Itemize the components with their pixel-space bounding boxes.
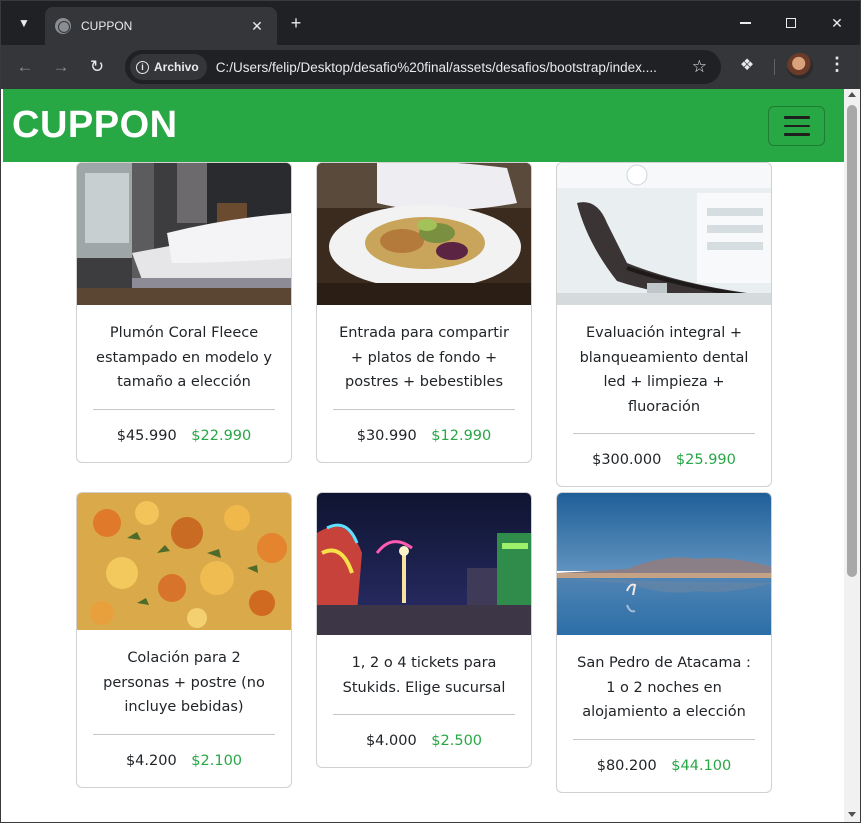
card-title: Entrada para compartir + platos de fondo… <box>339 325 509 390</box>
close-tab-icon[interactable]: ✕ <box>247 18 267 35</box>
site-navbar: CUPPON <box>3 89 844 162</box>
old-price: $30.990 <box>356 427 417 444</box>
card-title: Colación para 2 personas + postre (no in… <box>103 650 265 715</box>
hamburger-icon-line <box>783 133 810 136</box>
card-title: Plumón Coral Fleece estampado en modelo … <box>96 325 272 390</box>
old-price: $300.000 <box>592 452 662 468</box>
reload-icon[interactable]: ↻ <box>85 55 109 79</box>
back-arrow-icon[interactable]: ← <box>13 55 37 79</box>
card-footer: $30.990 $12.990 <box>333 408 515 462</box>
product-card[interactable]: Evaluación integral + blanqueamiento den… <box>556 162 772 487</box>
new-price: $2.100 <box>191 752 243 769</box>
maximize-icon <box>786 18 796 28</box>
page-scrollbar[interactable] <box>844 89 860 822</box>
card-body: Plumón Coral Fleece estampado en modelo … <box>77 305 291 395</box>
navbar-toggler-button[interactable] <box>768 106 825 146</box>
hamburger-icon-line <box>783 116 810 119</box>
info-icon: i <box>136 60 149 74</box>
maximize-button[interactable] <box>768 1 814 45</box>
card-body: 1, 2 o 4 tickets para Stukids. Elige suc… <box>317 635 531 700</box>
extensions-puzzle-icon[interactable]: ❖ <box>737 55 757 75</box>
scroll-thumb[interactable] <box>847 105 857 577</box>
tab-search-button[interactable]: ▼ <box>9 9 39 37</box>
card-title: San Pedro de Atacama : 1 o 2 noches en a… <box>577 655 751 720</box>
old-price: $45.990 <box>116 427 177 444</box>
card-footer: $300.000 $25.990 <box>573 433 755 486</box>
new-price: $25.990 <box>675 452 736 468</box>
card-body: San Pedro de Atacama : 1 o 2 noches en a… <box>557 635 771 725</box>
site-brand[interactable]: CUPPON <box>12 104 178 147</box>
minimize-button[interactable] <box>722 1 768 45</box>
salt-lagoon-photo <box>557 493 771 635</box>
new-price: $12.990 <box>431 427 492 444</box>
menu-kebab-icon[interactable]: ⋮ <box>827 54 847 78</box>
bedroom-photo <box>77 163 291 305</box>
card-footer: $4.000 $2.500 <box>333 714 515 767</box>
amusement-park-photo <box>317 493 531 635</box>
card-footer: $45.990 $22.990 <box>93 408 275 462</box>
lagoon-image <box>557 493 771 635</box>
salad-plate-photo <box>317 163 531 305</box>
address-bar[interactable]: i Archivo C:/Users/felip/Desktop/desafio… <box>125 50 721 84</box>
park-image <box>317 493 531 635</box>
stew-image <box>77 493 291 630</box>
browser-toolbar: ← → ↻ i Archivo C:/Users/felip/Desktop/d… <box>1 45 860 89</box>
globe-icon <box>55 18 71 34</box>
toolbar-divider <box>774 59 775 75</box>
old-price: $4.200 <box>125 752 177 769</box>
tab-title: CUPPON <box>81 19 133 33</box>
scroll-up-arrow-icon[interactable] <box>848 92 856 97</box>
browser-tab[interactable]: CUPPON ✕ <box>45 7 277 45</box>
new-tab-button[interactable]: + <box>285 12 307 34</box>
card-footer: $80.200 $44.100 <box>573 738 755 792</box>
new-price: $44.100 <box>671 757 732 774</box>
page-viewport: CUPPON Plumón Coral Fleece estampado en … <box>3 89 844 822</box>
browser-window: ▼ CUPPON ✕ + ✕ ← → ↻ i Archivo C:/Users/… <box>0 0 861 823</box>
product-card[interactable]: Plumón Coral Fleece estampado en modelo … <box>76 162 292 463</box>
card-title: Evaluación integral + blanqueamiento den… <box>579 325 749 415</box>
card-footer: $4.200 $2.100 <box>93 733 275 787</box>
product-card[interactable]: Colación para 2 personas + postre (no in… <box>76 492 292 788</box>
minimize-icon <box>739 22 751 24</box>
card-title: 1, 2 o 4 tickets para Stukids. Elige suc… <box>342 655 506 696</box>
bookmark-star-icon[interactable]: ☆ <box>692 57 707 77</box>
scroll-down-arrow-icon[interactable] <box>848 812 856 817</box>
old-price: $4.000 <box>365 733 417 749</box>
dental-chair-photo <box>557 163 771 305</box>
card-body: Evaluación integral + blanqueamiento den… <box>557 305 771 419</box>
forward-arrow-icon[interactable]: → <box>49 55 73 79</box>
url-text[interactable]: C:/Users/felip/Desktop/desafio%20final/a… <box>216 60 686 75</box>
product-card[interactable]: San Pedro de Atacama : 1 o 2 noches en a… <box>556 492 772 793</box>
close-window-button[interactable]: ✕ <box>814 1 860 45</box>
new-price: $2.500 <box>431 733 483 749</box>
card-body: Colación para 2 personas + postre (no in… <box>77 630 291 720</box>
vegetable-stew-photo <box>77 493 291 630</box>
site-info-label: Archivo <box>154 60 199 74</box>
product-card[interactable]: Entrada para compartir + platos de fondo… <box>316 162 532 463</box>
new-price: $22.990 <box>191 427 252 444</box>
profile-avatar[interactable] <box>787 53 813 79</box>
product-card[interactable]: 1, 2 o 4 tickets para Stukids. Elige suc… <box>316 492 532 768</box>
tab-strip: ▼ CUPPON ✕ + ✕ <box>1 1 860 45</box>
card-body: Entrada para compartir + platos de fondo… <box>317 305 531 395</box>
old-price: $80.200 <box>596 757 657 774</box>
site-info-chip[interactable]: i Archivo <box>130 54 207 80</box>
hamburger-icon-line <box>783 124 810 128</box>
bedroom-image <box>77 163 291 305</box>
dental-image <box>557 163 771 305</box>
salad-image <box>317 163 531 305</box>
